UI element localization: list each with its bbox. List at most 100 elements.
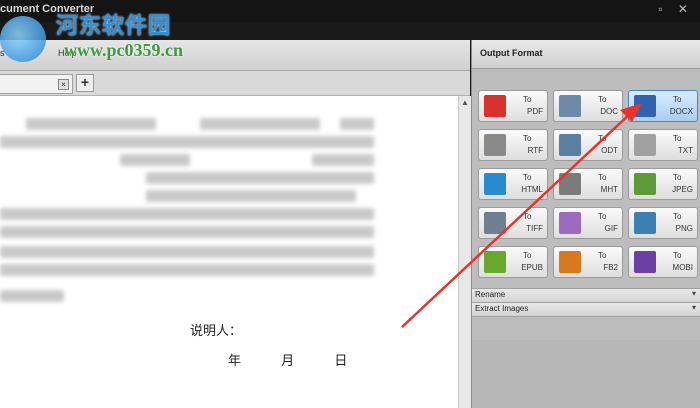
mht-icon [559,173,581,195]
to-mht-button[interactable]: To MHT [553,168,623,200]
button-format-label: HTML [521,185,543,194]
button-format-label: ODT [601,146,618,155]
to-fb2-button[interactable]: To FB2 [553,246,623,278]
jpeg-icon [634,173,656,195]
blurred-text-line [340,118,374,130]
site-watermark: 河东软件园 www.pc0359.cn [0,4,240,64]
button-format-label: DOCX [669,107,693,116]
blurred-text-line [0,246,374,258]
watermark-logo-icon [0,16,46,62]
panel-empty-area [472,340,700,408]
odt-icon [559,134,581,156]
document-scrollbar[interactable]: ▲ [458,96,471,408]
watermark-url: www.pc0359.cn [64,40,184,60]
signature-label: 说明人： [190,324,243,339]
format-button-grid: To PDF To DOC To DOCX To RTF To ODT To TXT To HTML To M… [478,90,698,280]
document-tab-strip: × + [0,71,470,96]
doc-icon [559,95,581,117]
chevron-down-icon: ▾ [691,289,696,298]
to-pdf-button[interactable]: To PDF [478,90,548,122]
date-line: 年 月 日 [228,350,383,369]
blurred-text-line [312,154,374,166]
epub-icon [484,251,506,273]
button-to-label: To [598,134,607,143]
button-to-label: To [523,95,532,104]
close-tab-icon[interactable]: × [58,79,69,90]
button-to-label: To [523,212,532,221]
watermark-site-name: 河东软件园 [56,14,172,39]
button-to-label: To [523,173,532,182]
txt-icon [634,134,656,156]
button-format-label: FB2 [603,263,618,272]
to-html-button[interactable]: To HTML [478,168,548,200]
button-to-label: To [598,251,607,260]
to-txt-button[interactable]: To TXT [628,129,698,161]
button-to-label: To [523,134,532,143]
to-tiff-button[interactable]: To TIFF [478,207,548,239]
to-gif-button[interactable]: To GIF [553,207,623,239]
blurred-text-line [120,154,190,166]
docx-icon [634,95,656,117]
date-year: 年 [228,354,242,369]
rtf-icon [484,134,506,156]
button-format-label: MHT [600,185,618,194]
to-epub-button[interactable]: To EPUB [478,246,548,278]
add-tab-button[interactable]: + [76,74,94,92]
mobi-icon [634,251,656,273]
scroll-up-icon[interactable]: ▲ [461,98,469,107]
pdf-icon [484,95,506,117]
button-to-label: To [598,173,607,182]
tiff-icon [484,212,506,234]
blurred-text-line [200,118,320,130]
button-to-label: To [598,212,607,221]
button-format-label: EPUB [521,263,543,272]
window-controls[interactable]: ▫ ✕ [658,2,694,16]
button-format-label: GIF [604,224,618,233]
button-to-label: To [673,95,682,104]
date-month: 月 [281,354,295,369]
document-tab[interactable]: × [0,74,73,94]
button-to-label: To [673,212,682,221]
button-to-label: To [523,251,532,260]
blurred-text-line [0,264,374,276]
button-format-label: DOC [600,107,618,116]
to-jpeg-button[interactable]: To JPEG [628,168,698,200]
rename-label: Rename [475,290,506,299]
button-format-label: RTF [527,146,543,155]
to-docx-button[interactable]: To DOCX [628,90,698,122]
output-format-header: Output Format [472,40,700,69]
blurred-text-line [0,290,64,302]
rename-expander[interactable]: Rename ▾ [472,288,700,303]
gif-icon [559,212,581,234]
output-format-panel: Output Format To PDF To DOC To DOCX To RTF To ODT… [471,40,700,408]
blurred-text-line [0,136,374,148]
to-odt-button[interactable]: To ODT [553,129,623,161]
blurred-text-line [26,118,156,130]
button-format-label: MOBI [672,263,693,272]
button-to-label: To [598,95,607,104]
date-day: 日 [334,354,348,369]
blurred-text-line [146,172,374,184]
blurred-text-line [0,208,374,220]
chevron-down-icon: ▾ [691,303,696,312]
to-mobi-button[interactable]: To MOBI [628,246,698,278]
html-icon [484,173,506,195]
to-png-button[interactable]: To PNG [628,207,698,239]
png-icon [634,212,656,234]
button-format-label: PNG [675,224,693,233]
button-to-label: To [673,251,682,260]
extract-images-expander[interactable]: Extract Images ▾ [472,302,700,317]
button-to-label: To [673,173,682,182]
fb2-icon [559,251,581,273]
button-format-label: PDF [527,107,543,116]
output-format-title: Output Format [480,48,543,58]
document-preview: 说明人： 年 月 日 [0,96,458,408]
blurred-text-line [0,226,374,238]
button-format-label: JPEG [672,185,693,194]
to-rtf-button[interactable]: To RTF [478,129,548,161]
button-format-label: TIFF [526,224,543,233]
to-doc-button[interactable]: To DOC [553,90,623,122]
extract-images-label: Extract Images [475,304,529,313]
button-to-label: To [673,134,682,143]
blurred-text-line [146,190,356,202]
